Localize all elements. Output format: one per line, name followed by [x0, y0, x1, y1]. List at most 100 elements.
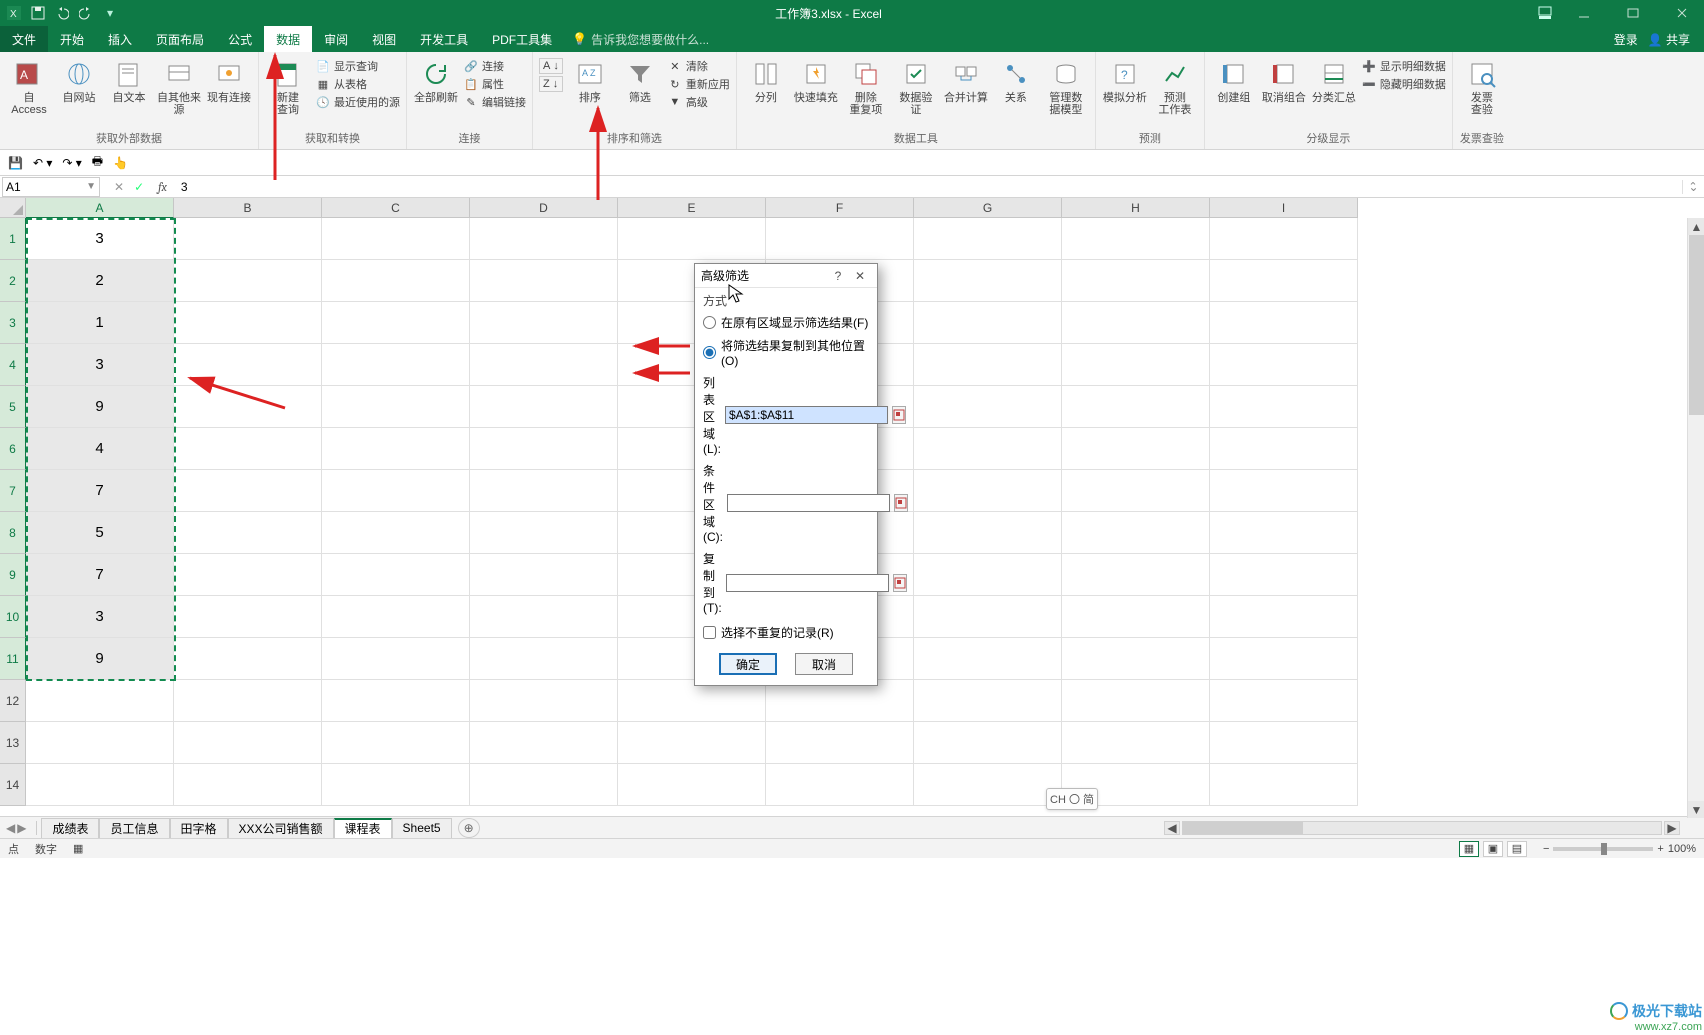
- cell[interactable]: [470, 596, 618, 638]
- undo-icon[interactable]: [54, 5, 70, 21]
- scroll-thumb[interactable]: [1689, 235, 1704, 415]
- col-header-h[interactable]: H: [1062, 198, 1210, 218]
- cell[interactable]: [914, 302, 1062, 344]
- ime-indicator[interactable]: CH 〇 简: [1046, 788, 1098, 810]
- cell[interactable]: 4: [26, 428, 174, 470]
- cell[interactable]: [1210, 470, 1358, 512]
- cell[interactable]: [914, 722, 1062, 764]
- cell[interactable]: [174, 470, 322, 512]
- cell[interactable]: [1210, 344, 1358, 386]
- cell[interactable]: [1062, 512, 1210, 554]
- cell[interactable]: [26, 764, 174, 806]
- data-validation-button[interactable]: 数据验 证: [893, 56, 939, 116]
- cell[interactable]: [26, 680, 174, 722]
- existing-conn-button[interactable]: 现有连接: [206, 56, 252, 104]
- hscroll-left[interactable]: ◀: [1164, 821, 1180, 835]
- recent-sources-button[interactable]: 🕓最近使用的源: [315, 94, 400, 110]
- cell[interactable]: [1210, 218, 1358, 260]
- cell[interactable]: [914, 260, 1062, 302]
- copy-to-radio[interactable]: [703, 346, 716, 359]
- cell[interactable]: [322, 428, 470, 470]
- qat2-redo-icon[interactable]: ↷ ▾: [62, 156, 81, 170]
- cell[interactable]: [914, 470, 1062, 512]
- cell[interactable]: [914, 554, 1062, 596]
- show-detail-button[interactable]: ➕显示明细数据: [1361, 58, 1446, 74]
- page-break-view-button[interactable]: ▤: [1507, 841, 1527, 857]
- cancel-button[interactable]: 取消: [795, 653, 853, 675]
- qat2-save-icon[interactable]: 💾: [8, 156, 23, 170]
- subtotal-button[interactable]: 分类汇总: [1311, 56, 1357, 104]
- tab-view[interactable]: 视图: [360, 26, 408, 52]
- relationships-button[interactable]: 关系: [993, 56, 1039, 104]
- redo-icon[interactable]: [78, 5, 94, 21]
- cell[interactable]: [618, 218, 766, 260]
- cell[interactable]: [322, 596, 470, 638]
- cell[interactable]: [174, 512, 322, 554]
- remove-duplicates-button[interactable]: 删除 重复项: [843, 56, 889, 116]
- advanced-filter-button[interactable]: ▼高级: [667, 94, 730, 110]
- cell[interactable]: [322, 260, 470, 302]
- row-header[interactable]: 2: [0, 260, 26, 302]
- row-header[interactable]: 5: [0, 386, 26, 428]
- cell[interactable]: [322, 764, 470, 806]
- cell[interactable]: 3: [26, 218, 174, 260]
- cell[interactable]: 9: [26, 638, 174, 680]
- col-header-a[interactable]: A: [26, 198, 174, 218]
- row-header[interactable]: 13: [0, 722, 26, 764]
- cell[interactable]: [470, 512, 618, 554]
- cell[interactable]: [618, 680, 766, 722]
- sheet-tab[interactable]: Sheet5: [392, 818, 452, 838]
- show-queries-button[interactable]: 📄显示查询: [315, 58, 400, 74]
- sheet-tab[interactable]: 田字格: [170, 818, 228, 838]
- cell[interactable]: [914, 764, 1062, 806]
- filter-button[interactable]: 筛选: [617, 56, 663, 104]
- chevron-down-icon[interactable]: ▼: [86, 181, 96, 192]
- invoice-check-button[interactable]: 发票 查验: [1459, 56, 1505, 116]
- cell[interactable]: [322, 554, 470, 596]
- tell-me-input[interactable]: 告诉我您想要做什么...: [591, 31, 709, 48]
- cell[interactable]: [1062, 428, 1210, 470]
- horizontal-scrollbar[interactable]: [1182, 821, 1662, 835]
- cell[interactable]: [470, 764, 618, 806]
- cell[interactable]: [1062, 596, 1210, 638]
- qat2-undo-icon[interactable]: ↶ ▾: [33, 156, 52, 170]
- tab-pdftools[interactable]: PDF工具集: [480, 26, 564, 52]
- col-header-i[interactable]: I: [1210, 198, 1358, 218]
- cell[interactable]: [322, 638, 470, 680]
- from-access-button[interactable]: A自 Access: [6, 56, 52, 116]
- close-button[interactable]: [1659, 0, 1704, 26]
- fx-icon[interactable]: fx: [158, 180, 177, 194]
- cell[interactable]: [470, 218, 618, 260]
- maximize-button[interactable]: [1610, 0, 1655, 26]
- hscroll-thumb[interactable]: [1183, 822, 1303, 834]
- sheet-nav-next[interactable]: ▶: [17, 821, 26, 835]
- tab-home[interactable]: 开始: [48, 26, 96, 52]
- cell[interactable]: [174, 554, 322, 596]
- zoom-in-button[interactable]: +: [1657, 843, 1663, 855]
- qat-dropdown-icon[interactable]: ▾: [102, 5, 118, 21]
- unique-records-label[interactable]: 选择不重复的记录(R): [721, 624, 834, 641]
- cell[interactable]: [322, 302, 470, 344]
- confirm-edit-icon[interactable]: ✓: [134, 180, 144, 194]
- cell[interactable]: [1210, 680, 1358, 722]
- hide-detail-button[interactable]: ➖隐藏明细数据: [1361, 76, 1446, 92]
- share-button[interactable]: 👤 共享: [1648, 31, 1690, 48]
- tab-insert[interactable]: 插入: [96, 26, 144, 52]
- cell[interactable]: [1210, 596, 1358, 638]
- cell[interactable]: [1062, 554, 1210, 596]
- sheet-nav-prev[interactable]: ◀: [6, 821, 15, 835]
- tab-pagelayout[interactable]: 页面布局: [144, 26, 216, 52]
- cell[interactable]: [322, 722, 470, 764]
- cell[interactable]: [470, 554, 618, 596]
- cell[interactable]: [1210, 386, 1358, 428]
- cell[interactable]: [618, 764, 766, 806]
- text-to-columns-button[interactable]: 分列: [743, 56, 789, 104]
- cell[interactable]: [174, 722, 322, 764]
- cell[interactable]: [1062, 260, 1210, 302]
- normal-view-button[interactable]: ▦: [1459, 841, 1479, 857]
- cell[interactable]: [470, 428, 618, 470]
- cell[interactable]: [470, 470, 618, 512]
- ribbon-options-icon[interactable]: [1533, 1, 1557, 25]
- cell[interactable]: [766, 722, 914, 764]
- cell[interactable]: 3: [26, 344, 174, 386]
